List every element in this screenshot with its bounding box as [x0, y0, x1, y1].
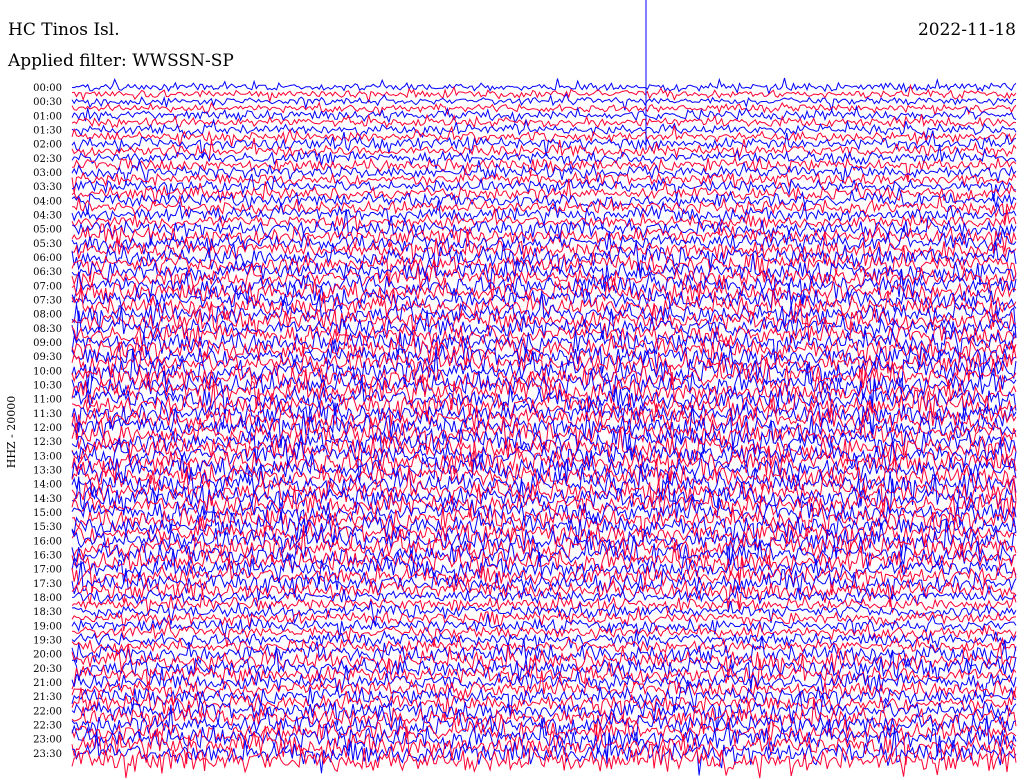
trace-row: [71, 83, 1017, 104]
trace-row: [71, 290, 1017, 338]
tick-label: 15:00: [33, 508, 62, 519]
tick-label: 22:30: [33, 721, 62, 732]
tick-label: 06:00: [33, 253, 62, 264]
tick-label: 15:30: [33, 522, 62, 533]
tick-label: 16:00: [33, 536, 62, 547]
trace-row: [71, 168, 1017, 194]
tick-label: 04:30: [33, 211, 62, 222]
tick-label: 21:30: [33, 692, 62, 703]
tick-label: 13:00: [33, 451, 62, 462]
tick-label: 01:00: [33, 111, 62, 122]
tick-label: 22:00: [33, 706, 62, 717]
tick-label: 23:30: [33, 749, 62, 760]
trace-row: [71, 446, 1017, 484]
tick-label: 03:30: [33, 182, 62, 193]
tick-label: 18:30: [33, 607, 62, 618]
tick-label: 14:30: [33, 494, 62, 505]
tick-label: 02:00: [33, 140, 62, 151]
tick-label: 23:00: [33, 735, 62, 746]
tick-label: 00:30: [33, 97, 62, 108]
tick-label: 16:30: [33, 551, 62, 562]
seismogram-plot: 00:00 00:30 01:00 01:30 02:00 02:30 03:00 03:30…: [30, 0, 1017, 779]
tick-label: 12:00: [33, 423, 62, 434]
tick-label: 10:00: [33, 366, 62, 377]
tick-label: 14:00: [33, 480, 62, 491]
tick-label: 02:30: [33, 154, 62, 165]
tick-label: 05:30: [33, 239, 62, 250]
time-tick-labels: 00:00 00:30 01:00 01:30 02:00 02:30 03:00 03:30…: [30, 81, 68, 760]
tick-label: 17:00: [33, 565, 62, 576]
tick-label: 09:00: [33, 338, 62, 349]
trace-row: [71, 704, 1017, 745]
tick-label: 08:30: [33, 324, 62, 335]
tick-label: 00:00: [33, 83, 62, 94]
tick-label: 04:00: [33, 196, 62, 207]
tick-label: 10:30: [33, 381, 62, 392]
trace-row: [71, 261, 1017, 301]
tick-label: 18:00: [33, 593, 62, 604]
tick-label: 11:00: [33, 395, 62, 406]
tick-label: 17:30: [33, 579, 62, 590]
tick-label: 08:00: [33, 310, 62, 321]
tick-label: 03:00: [33, 168, 62, 179]
tick-label: 13:30: [33, 466, 62, 477]
tick-label: 11:30: [33, 409, 62, 420]
tick-label: 07:30: [33, 296, 62, 307]
trace-row: [71, 144, 1017, 171]
trace-group: [71, 0, 1017, 779]
tick-label: 09:30: [33, 352, 62, 363]
tick-label: 01:30: [33, 126, 62, 137]
tick-label: 20:00: [33, 650, 62, 661]
tick-label: 20:30: [33, 664, 62, 675]
tick-label: 19:00: [33, 621, 62, 632]
trace-row: [71, 77, 1017, 96]
tick-label: 12:30: [33, 437, 62, 448]
tick-label: 19:30: [33, 636, 62, 647]
tick-label: 07:00: [33, 281, 62, 292]
tick-label: 05:00: [33, 225, 62, 236]
tick-label: 06:30: [33, 267, 62, 278]
tick-label: 21:00: [33, 678, 62, 689]
trace-row: [71, 483, 1017, 519]
trace-row: [71, 209, 1017, 246]
